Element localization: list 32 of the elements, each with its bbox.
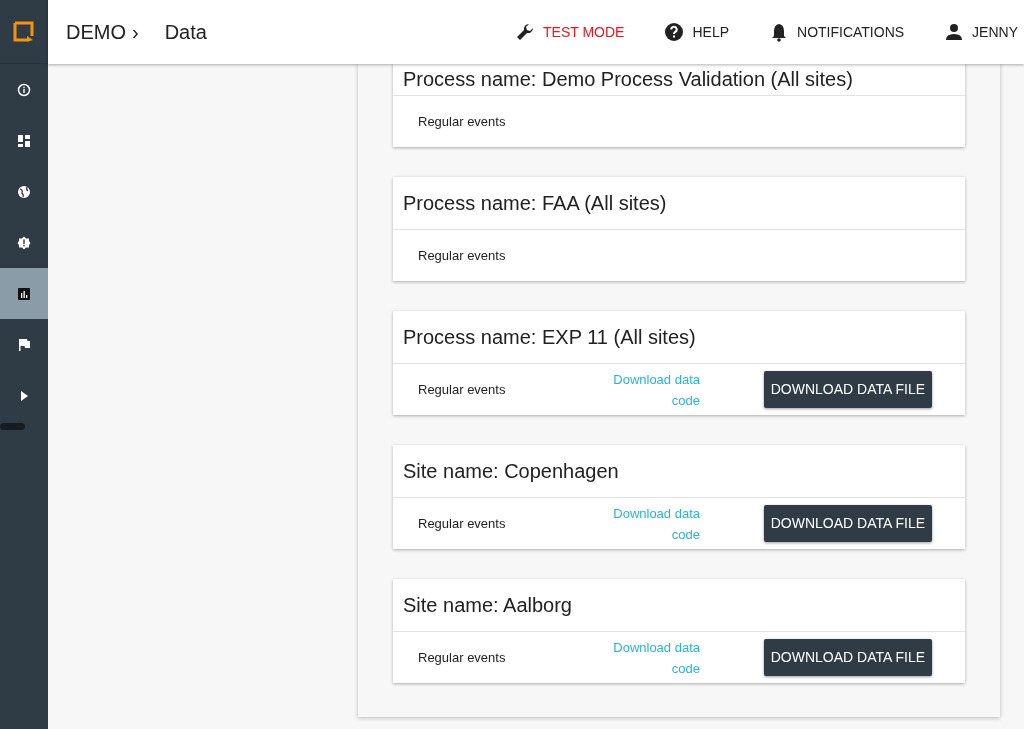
logo-icon[interactable]	[13, 20, 35, 43]
info-icon	[17, 82, 31, 97]
help-icon	[664, 22, 685, 42]
download-file-button[interactable]: DOWNLOAD DATA FILE	[763, 639, 932, 676]
wrench-icon	[515, 22, 535, 42]
flag-icon	[17, 337, 31, 352]
breadcrumb-item[interactable]: Data	[164, 17, 207, 47]
event-type-label: Regular events	[418, 514, 507, 533]
alert-icon	[17, 235, 31, 250]
event-type-label: Regular events	[418, 380, 507, 399]
bar-chart-icon	[17, 286, 31, 301]
card-title: Site name: Copenhagen	[403, 459, 619, 484]
card-title: Process name: EXP 11 (All sites)	[403, 325, 696, 350]
header-action[interactable]: JENNY	[944, 21, 1018, 43]
person-icon	[944, 22, 965, 42]
card-title: Process name: Demo Process Validation (All sites)	[403, 66, 853, 92]
event-type-label: Regular events	[418, 246, 507, 265]
event-type-label: Regular events	[418, 648, 507, 667]
sidebar-item[interactable]	[0, 268, 48, 319]
breadcrumb-separator: ›	[132, 20, 139, 45]
header-action[interactable]: NOTIFICATIONS	[769, 21, 905, 43]
download-file-button[interactable]: DOWNLOAD DATA FILE	[763, 371, 932, 408]
breadcrumb-item[interactable]: DEMO	[66, 17, 126, 47]
event-type-label: Regular events	[418, 112, 507, 131]
card-title: Site name: Aalborg	[403, 593, 572, 618]
globe-icon	[17, 184, 31, 199]
dashboard-icon	[17, 133, 31, 148]
card-title: Process name: FAA (All sites)	[403, 191, 667, 216]
download-file-button[interactable]: DOWNLOAD DATA FILE	[763, 505, 932, 542]
scrollbar-thumb[interactable]	[0, 423, 25, 430]
header-action[interactable]: HELP	[664, 21, 729, 43]
header-action[interactable]: TEST MODE	[515, 21, 625, 43]
